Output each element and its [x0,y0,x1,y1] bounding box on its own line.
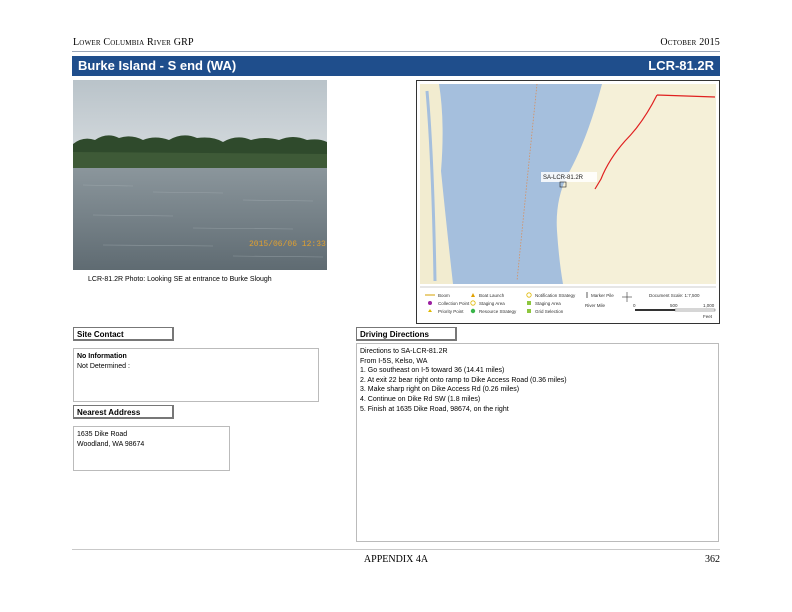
header-divider [72,51,720,52]
svg-text:500: 500 [670,303,678,308]
svg-text:Staging Area: Staging Area [535,301,561,306]
footer-divider [72,549,720,550]
date-text: October 2015 [660,37,720,48]
svg-text:Priority Point: Priority Point [438,309,464,314]
directions-step: 4. Continue on Dike Rd SW (1.8 miles) [360,395,481,403]
directions-line: From I-5S, Kelso, WA [360,357,428,365]
site-map[interactable]: SA-LCR-81.2R Boom Collection Point Prior… [416,80,720,324]
site-contact-box: No Information Not Determined : [73,348,319,402]
svg-text:Grid Selection: Grid Selection [535,309,564,314]
driving-directions-box: Directions to SA-LCR-81.2R From I-5S, Ke… [356,343,719,542]
organization-name: Lower Columbia River GRP [73,37,194,48]
directions-step: 3. Make sharp right on Dike Access Rd (0… [360,386,520,394]
svg-text:River Mile: River Mile [585,303,605,308]
site-photo-image: 2015/06/06 12:33 [73,80,327,270]
resource-strategy-icon [470,308,476,314]
staging-square-icon [527,301,531,305]
svg-text:Boat Launch: Boat Launch [479,293,505,298]
organization-text: Lower Columbia River GRP [73,37,194,48]
address-line-2: Woodland, WA 98674 [77,441,145,448]
title-bar: Burke Island - S end (WA) LCR-81.2R [72,56,720,76]
directions-step: 2. At exit 22 bear right onto ramp to Di… [360,376,567,384]
photo-caption: LCR-81.2R Photo: Looking SE at entrance … [88,276,272,283]
site-map-graphic: SA-LCR-81.2R Boom Collection Point Prior… [417,81,719,323]
nearest-address-box: 1635 Dike Road Woodland, WA 98674 [73,426,230,471]
svg-text:Collection Point: Collection Point [438,301,470,306]
svg-text:1,000: 1,000 [703,303,715,308]
svg-text:Feet: Feet [703,314,713,319]
site-code: LCR-81.2R [648,58,714,73]
contact-detail: Not Determined : [77,363,130,370]
photo-timestamp: 2015/06/06 12:33 [249,240,326,249]
nearest-address-heading: Nearest Address [73,405,174,419]
appendix-label: APPENDIX 4A [363,554,429,565]
document-date: October 2015 [660,37,720,48]
collection-point-icon [428,301,432,305]
address-line-1: 1635 Dike Road [77,431,128,438]
grid-selection-icon [527,309,531,313]
site-name: Burke Island - S end (WA) [78,58,237,73]
page-number: 362 [705,554,720,565]
contact-name: No Information [77,353,127,360]
directions-line: Directions to SA-LCR-81.2R [360,348,448,355]
svg-text:Marker Pile: Marker Pile [591,293,614,298]
svg-text:Boom: Boom [438,293,450,298]
driving-directions-heading: Driving Directions [356,327,457,341]
directions-step: 5. Finish at 1635 Dike Road, 98674, on t… [360,405,509,413]
site-photo: 2015/06/06 12:33 [73,80,327,270]
scale-note: Document Scale: 1:7,500 [649,293,700,298]
svg-text:Staging Area: Staging Area [479,301,505,306]
site-contact-heading: Site Contact [73,327,174,341]
svg-text:Notification Strategy: Notification Strategy [535,293,576,298]
directions-step: 1. Go southeast on I-5 toward 36 (14.41 … [360,367,505,375]
svg-text:Resource Strategy: Resource Strategy [479,309,517,314]
map-site-label: SA-LCR-81.2R [543,175,584,181]
